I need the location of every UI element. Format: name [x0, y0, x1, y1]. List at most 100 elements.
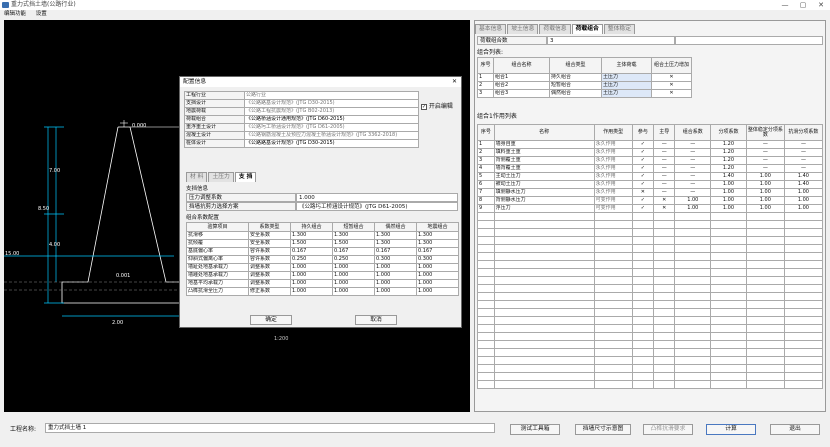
- group-col-index: 序号: [477, 57, 494, 74]
- table-row[interactable]: 墙趾处地基承载力 调整系数 1.000 1.000 1.000 1.000: [186, 263, 459, 272]
- combo-list-title: 组合1作用列表: [477, 113, 517, 120]
- table-row: [477, 228, 824, 237]
- table-row[interactable]: 墙踵处地基承载力 调整系数 1.000 1.000 1.000 1.000: [186, 271, 459, 280]
- rule-label: 挡墙抗剪力选择方案: [186, 202, 296, 211]
- combo-col-partial: 分项系数: [710, 124, 747, 141]
- dimension-lines: [4, 126, 180, 317]
- tab-material[interactable]: 材 料: [186, 172, 208, 182]
- table-row[interactable]: 2 组合2 短暂组合 土压力 ✕: [477, 81, 692, 90]
- table-row[interactable]: 重浮重土设计 《公路圬工桥涵设计规范》(JTG D61-2005): [184, 123, 419, 132]
- table-row: [477, 244, 824, 253]
- close-button[interactable]: ✕: [812, 0, 830, 10]
- table-row[interactable]: 仰斜式偏离心率 容许系数 0.250 0.250 0.300 0.300: [186, 255, 459, 264]
- menu-edit[interactable]: 编辑功能: [0, 11, 30, 17]
- group-col-name: 组合名称: [493, 57, 550, 74]
- k-input[interactable]: 1.000: [296, 193, 458, 202]
- group-count-label: 荷载组合数: [477, 36, 547, 45]
- elevation-bottom-label: 0.001: [116, 273, 130, 279]
- calculate-button[interactable]: 计算: [706, 424, 756, 435]
- menu-settings[interactable]: 设置: [32, 11, 51, 17]
- table-row[interactable]: 8 背侧静水压力 可变作用 ✓ ✕ 1.00 1.00 1.00 1.00: [477, 196, 824, 205]
- exit-button[interactable]: 退出: [770, 424, 820, 435]
- table-row[interactable]: 抗滑移 安全系数 1.300 1.300 1.300 1.300: [186, 231, 459, 240]
- table-row[interactable]: 抗倾覆 安全系数 1.500 1.500 1.300 1.300: [186, 239, 459, 248]
- ok-button[interactable]: 确定: [250, 315, 292, 325]
- table-row[interactable]: 9 浮压力 可变作用 ✓ ✕ 1.00 1.00 1.00 1.00: [477, 204, 824, 213]
- table-row[interactable]: 桩体设计 《公路路基设计规范》(JTG D30-2015): [184, 139, 419, 148]
- table-row[interactable]: 7 填侧静水压力 永久作用 ✕ — —1.00 1.00 1.00: [477, 188, 824, 197]
- table-row[interactable]: 凸榫抗滑全压力 修正系数 1.000 1.000 1.000 1.000: [186, 287, 459, 296]
- table-row: [477, 380, 824, 389]
- tab-basic-info[interactable]: 基本信息: [475, 24, 507, 34]
- coef-col-persistent: 持久组合: [290, 222, 333, 232]
- table-row[interactable]: 5 主动土压力 永久作用 ✓ — —1.40 1.00 1.40: [477, 172, 824, 181]
- table-row[interactable]: 1 墙身自重 永久作用 ✓ — —1.20— —: [477, 140, 824, 149]
- table-row: [477, 260, 824, 269]
- table-row[interactable]: 工程行业 公路行业: [184, 91, 419, 100]
- maximize-button[interactable]: ▢: [794, 0, 812, 10]
- dialog-field-table: 工程行业 公路行业 支挡设计 《公路路基设计规范》(JTG D30-2015) 地震荷载…: [184, 91, 419, 148]
- right-tabs: 基本信息 坡土信息 荷载信息 荷载组合 整体稳定: [475, 24, 636, 34]
- table-row[interactable]: 地基平均承载力 调整系数 1.000 1.000 1.000 1.000: [186, 279, 459, 288]
- app-icon: [2, 2, 9, 8]
- table-row: [477, 236, 824, 245]
- rule-select[interactable]: 《公路圬工桥涵设计规范》(JTG D61-2005): [296, 202, 458, 211]
- table-row[interactable]: 6 被动土压力 永久作用 ✓ — —1.00 1.00 1.40: [477, 180, 824, 189]
- group-count-input[interactable]: 3: [547, 36, 675, 45]
- window-titlebar: 重力式挡土墙(公路行业): [0, 0, 830, 10]
- dim-base-label: 2.00: [112, 320, 123, 326]
- table-row[interactable]: 荷载组合 《公路桥涵设计通用规范》(JTG D60-2015): [184, 115, 419, 124]
- test-toolbox-button[interactable]: 测试工具箱: [510, 424, 560, 435]
- table-row: [477, 372, 824, 381]
- edit-toggle[interactable]: ✓ 开启编辑: [421, 101, 453, 110]
- combo-col-participate: 参与: [631, 124, 655, 141]
- coef-col-item: 验算项目: [186, 222, 249, 232]
- tab-load-info[interactable]: 荷载信息: [539, 24, 571, 34]
- table-row: [477, 364, 824, 373]
- table-row: [477, 252, 824, 261]
- tab-soil-info[interactable]: 坡土信息: [507, 24, 539, 34]
- table-row[interactable]: 地震荷载 《公路工程抗震规范》(JTG B02-2013): [184, 107, 419, 116]
- table-row: [477, 348, 824, 357]
- cancel-button[interactable]: 取消: [355, 315, 397, 325]
- table-row: [477, 220, 824, 229]
- table-row[interactable]: 混凝土设计 《公路钢筋混凝土及预应力混凝土桥涵设计规范》(JTG 3362-201…: [184, 131, 419, 140]
- table-row[interactable]: 支挡设计 《公路路基设计规范》(JTG D30-2015): [184, 99, 419, 108]
- config-dialog: 配置信息 ✕ 工程行业 公路行业 支挡设计 《公路路基设计规范》(JTG D30-20…: [179, 76, 462, 328]
- table-row[interactable]: 2 填料重土重 永久作用 ✓ — —1.20— —: [477, 148, 824, 157]
- tab-earth-pressure[interactable]: 土压力: [208, 172, 234, 182]
- table-row[interactable]: 3 背侧覆土重 永久作用 ✓ — —1.20— —: [477, 156, 824, 165]
- window-title: 重力式挡土墙(公路行业): [11, 1, 76, 8]
- tab-load-combination[interactable]: 荷载组合: [571, 24, 603, 34]
- table-row[interactable]: 4 墙背覆土重 永久作用 ✓ — —1.20— —: [477, 164, 824, 173]
- dim-left-label: 8.50: [38, 206, 49, 212]
- group-col-type: 组合类型: [549, 57, 602, 74]
- table-row: [477, 284, 824, 293]
- table-row: [477, 212, 824, 221]
- table-row[interactable]: 1 组合1 持久组合 土压力 ✕: [477, 73, 692, 82]
- project-label: 工程名称:: [10, 426, 37, 433]
- tenon-requirement-button[interactable]: 凸榫抗滑要求: [643, 424, 693, 435]
- retaining-info-title: 支挡信息: [186, 186, 209, 192]
- menu-bar: 编辑功能 设置: [0, 10, 830, 19]
- dialog-close-icon[interactable]: ✕: [452, 78, 457, 85]
- table-row[interactable]: 3 组合3 偶然组合 土压力 ✕: [477, 89, 692, 98]
- table-row: [477, 356, 824, 365]
- combo-col-name: 名称: [493, 124, 595, 141]
- minimize-button[interactable]: —: [776, 0, 794, 10]
- coef-col-transient: 短暂组合: [332, 222, 375, 232]
- combo-col-leading: 主导: [653, 124, 676, 141]
- table-row[interactable]: 基底偏心率 容许系数 0.167 0.167 0.167 0.167: [186, 247, 459, 256]
- tab-overall-stability[interactable]: 整体稳定: [603, 24, 636, 34]
- group-count-spacer: [675, 36, 823, 45]
- k-label: 压力调整系数: [186, 193, 296, 202]
- table-row: [477, 324, 824, 333]
- project-name-input[interactable]: 重力式挡土墙 1: [45, 423, 495, 433]
- coef-title: 组合系数配置: [186, 215, 220, 221]
- scale-label: 1:200: [274, 336, 288, 342]
- wall-size-diagram-button[interactable]: 挡墙尺寸示意图: [575, 424, 631, 435]
- edit-checkbox[interactable]: ✓: [421, 103, 427, 110]
- table-row: [477, 340, 824, 349]
- edit-label: 开启编辑: [428, 103, 453, 110]
- tab-retaining[interactable]: 支 挡: [234, 172, 257, 182]
